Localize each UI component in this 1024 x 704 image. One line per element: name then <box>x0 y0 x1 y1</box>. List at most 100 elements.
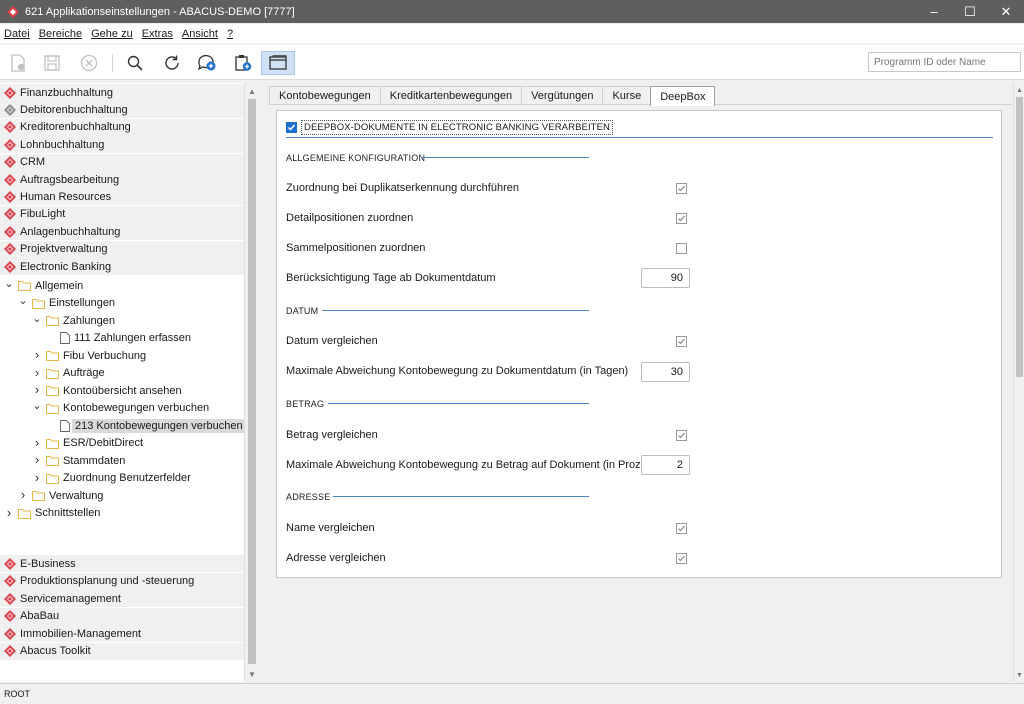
module-item-label: Produktionsplanung und -steuerung <box>20 575 195 587</box>
module-item[interactable]: Anlagenbuchhaltung <box>4 223 120 240</box>
module-item[interactable]: Lohnbuchhaltung <box>4 136 104 153</box>
tree-item[interactable]: › Stammdaten <box>32 452 126 469</box>
module-item[interactable]: Immobilien-Management <box>4 625 141 642</box>
folder-icon <box>18 508 31 519</box>
tree-item[interactable]: ⌄ Kontobewegungen verbuchen <box>32 400 209 417</box>
tree-item-label: Aufträge <box>63 367 105 379</box>
module-item-label: AbaBau <box>20 610 60 622</box>
adresse-vergleichen-label: Adresse vergleichen <box>286 552 386 564</box>
chevron-down-icon[interactable]: ⌄ <box>32 400 42 412</box>
tree-item[interactable]: › Aufträge <box>32 365 105 382</box>
tree-item[interactable]: › Kontoübersicht ansehen <box>32 382 182 399</box>
module-item[interactable]: Electronic Banking <box>4 258 111 275</box>
tree-item[interactable]: › Zuordnung Benutzerfelder <box>32 470 191 487</box>
chevron-down-icon[interactable]: ⌄ <box>18 295 28 307</box>
module-item[interactable]: E-Business <box>4 555 76 572</box>
module-diamond-icon <box>4 225 16 238</box>
scroll-down-arrow-icon[interactable]: ▼ <box>245 667 259 681</box>
folder-icon <box>46 455 59 466</box>
module-item[interactable]: AbaBau <box>4 608 59 625</box>
detail-checkbox[interactable] <box>676 213 687 224</box>
deepbox-enable-checkbox[interactable]: DEEPBOX-DOKUMENTE IN ELECTRONIC BANKING … <box>286 119 613 135</box>
module-item-label: Auftragsbearbeitung <box>20 173 120 186</box>
status-bar: ROOT <box>0 683 1024 704</box>
checkbox-checked-icon[interactable] <box>286 121 297 133</box>
chevron-right-icon[interactable]: › <box>32 435 42 450</box>
document-icon <box>60 419 70 432</box>
module-item[interactable]: Servicemanagement <box>4 590 121 607</box>
max-datum-input[interactable]: 30 <box>641 362 690 382</box>
datum-vergleichen-label: Datum vergleichen <box>286 335 378 347</box>
chevron-right-icon[interactable]: › <box>32 470 42 485</box>
tab-deepbox[interactable]: DeepBox <box>650 86 716 106</box>
folder-icon <box>46 315 59 326</box>
module-item[interactable]: Produktionsplanung und -steuerung <box>4 573 194 590</box>
chevron-right-icon[interactable]: › <box>18 487 28 502</box>
duplikat-label: Zuordnung bei Duplikatserkennung durchfü… <box>286 182 519 194</box>
tab-kreditkartenbewegungen[interactable]: Kreditkartenbewegungen <box>379 86 523 105</box>
tree-item[interactable]: › Fibu Verbuchung <box>32 347 146 364</box>
window-view-icon[interactable] <box>261 51 295 75</box>
folder-icon <box>18 280 31 291</box>
folder-icon <box>46 350 59 361</box>
adresse-vergleichen-checkbox[interactable] <box>676 553 687 564</box>
scroll-up-arrow-icon[interactable]: ▲ <box>245 84 259 98</box>
tree-item[interactable]: 111 Zahlungen erfassen <box>46 330 191 347</box>
chevron-right-icon[interactable]: › <box>32 382 42 397</box>
chevron-right-icon[interactable]: › <box>32 347 42 362</box>
program-search-input[interactable] <box>868 52 1021 72</box>
minimize-button[interactable]: – <box>916 0 952 23</box>
section-title-allgemein: ALLGEMEINE KONFIGURATION <box>286 153 426 163</box>
tree-item[interactable]: 213 Kontobewegungen verbuchen <box>46 417 246 434</box>
max-betrag-input[interactable]: 2 <box>641 455 690 475</box>
tab-kontobewegungen[interactable]: Kontobewegungen <box>269 86 381 105</box>
chevron-right-icon[interactable]: › <box>32 365 42 380</box>
module-item[interactable]: Auftragsbearbeitung <box>4 171 119 188</box>
module-item[interactable]: CRM <box>4 154 45 171</box>
tree-item[interactable]: ⌄ Allgemein <box>4 277 83 294</box>
deepbox-settings-group <box>276 110 1002 578</box>
chevron-right-icon[interactable]: › <box>32 452 42 467</box>
module-item[interactable]: Kreditorenbuchhaltung <box>4 119 131 136</box>
betrag-vergleichen-checkbox[interactable] <box>676 430 687 441</box>
module-item[interactable]: Human Resources <box>4 188 111 205</box>
module-diamond-icon <box>4 260 16 273</box>
scroll-up-arrow-icon[interactable]: ▲ <box>1014 84 1024 96</box>
module-item[interactable]: Projektverwaltung <box>4 241 107 258</box>
scroll-down-arrow-icon[interactable]: ▼ <box>1014 669 1024 681</box>
module-diamond-icon <box>4 190 16 203</box>
tree-item[interactable]: ⌄ Zahlungen <box>32 312 115 329</box>
close-button[interactable]: ✕ <box>988 0 1024 23</box>
module-item-label: Lohnbuchhaltung <box>20 138 105 151</box>
settings-scrollbar[interactable]: ▲ ▼ <box>1013 83 1024 682</box>
module-diamond-icon <box>4 557 16 570</box>
module-diamond-icon <box>4 243 16 256</box>
settings-scroll-thumb[interactable] <box>1016 97 1023 377</box>
tree-item[interactable]: › Schnittstellen <box>4 505 101 522</box>
tab-verguetungen[interactable]: Vergütungen <box>521 86 604 105</box>
chevron-down-icon[interactable]: ⌄ <box>4 278 14 290</box>
tree-scrollbar[interactable]: ▲ ▼ <box>244 83 258 682</box>
tage-input[interactable]: 90 <box>641 268 690 288</box>
tree-scroll-thumb[interactable] <box>248 99 256 664</box>
tree-item-label: Fibu Verbuchung <box>63 349 147 362</box>
module-item[interactable]: Debitorenbuchhaltung <box>4 101 128 118</box>
tree-item-label: Zahlungen <box>63 314 115 327</box>
chevron-down-icon[interactable]: ⌄ <box>32 313 42 325</box>
datum-vergleichen-checkbox[interactable] <box>676 336 687 347</box>
tree-item[interactable]: › ESR/DebitDirect <box>32 435 143 452</box>
chevron-right-icon[interactable]: › <box>4 505 14 520</box>
tree-item-label: Kontobewegungen verbuchen <box>63 402 210 414</box>
module-item[interactable]: Abacus Toolkit <box>4 643 91 660</box>
module-item-label: Kreditorenbuchhaltung <box>20 121 131 134</box>
duplikat-checkbox[interactable] <box>676 183 687 194</box>
module-item[interactable]: Finanzbuchhaltung <box>4 84 113 101</box>
maximize-button[interactable]: ☐ <box>952 0 988 23</box>
tab-kurse[interactable]: Kurse <box>602 86 652 105</box>
tree-item[interactable]: › Verwaltung <box>18 487 104 504</box>
sammel-checkbox[interactable] <box>676 243 687 254</box>
module-diamond-icon <box>4 627 16 640</box>
name-vergleichen-checkbox[interactable] <box>676 523 687 534</box>
module-item[interactable]: FibuLight <box>4 206 65 223</box>
tree-item[interactable]: ⌄ Einstellungen <box>18 295 115 312</box>
